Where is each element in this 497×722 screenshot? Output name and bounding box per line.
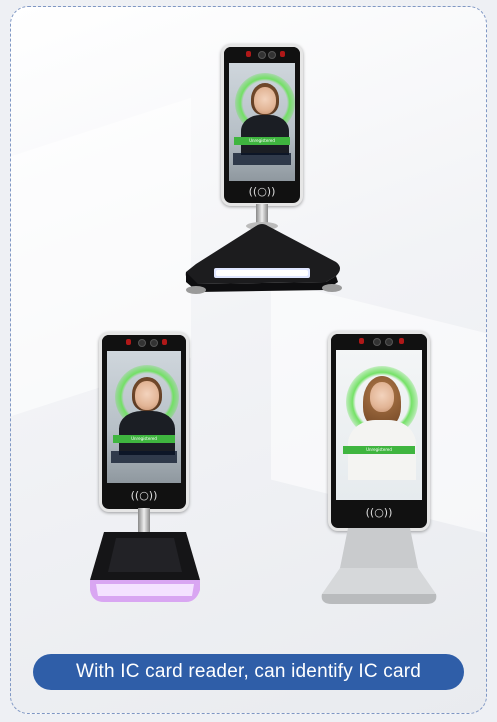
terminal-screen-device: Unregistered ((○)) [99,332,189,512]
recognition-screen: Unregistered [336,350,422,500]
caption-banner: With IC card reader, can identify IC car… [33,654,464,690]
triangle-base [185,224,342,294]
nfc-icon: ((○)) [365,506,393,519]
recognition-screen: Unregistered [229,63,295,181]
camera-icon [268,51,276,59]
status-banner: Unregistered [234,137,290,145]
camera-icon [258,51,266,59]
info-panel [111,451,177,463]
nfc-icon: ((○)) [248,185,276,198]
square-base [90,532,200,602]
info-panel [232,153,292,165]
camera-icon [373,338,381,346]
terminal-screen-device: Unregistered ((○)) [221,44,303,206]
recognition-screen: Unregistered [107,351,181,483]
terminal-screen-device: Unregistered ((○)) [328,331,430,531]
camera-icon [385,338,393,346]
status-banner: Unregistered [112,435,176,443]
camera-icon [150,339,158,347]
status-banner: Unregistered [342,446,416,454]
silver-stand [321,528,437,604]
nfc-icon: ((○)) [130,489,158,502]
camera-icon [138,339,146,347]
